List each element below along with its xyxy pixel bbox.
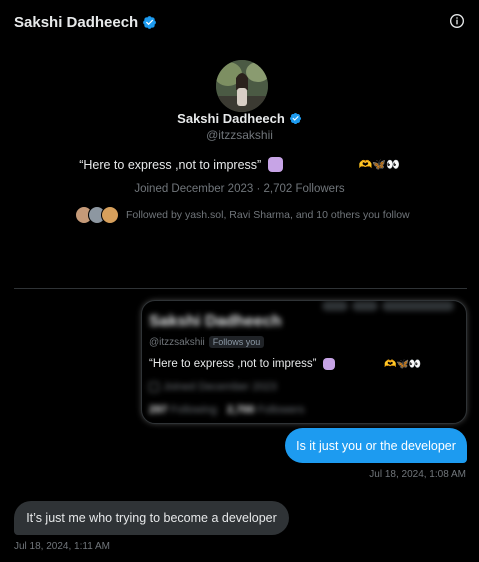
card-action-buttons: [322, 301, 454, 311]
card-handle-row: @itzzsakshii Follows you: [149, 336, 265, 348]
card-bio-text: “Here to express ,not to impress”: [149, 358, 317, 370]
woman-emoji-icon: [267, 157, 283, 172]
dm-conversation-screen: Sakshi Dadheech Sakshi Dadheech @itzzsak…: [0, 0, 479, 562]
calendar-icon: [149, 382, 159, 392]
verified-badge-icon: [143, 16, 157, 29]
card-joined-text: Joined December 2023: [163, 381, 277, 393]
woman-emoji-icon: [322, 358, 335, 370]
profile-bio: “Here to express ,not to impress” 🫶🦋👀: [0, 157, 479, 172]
avatar-photo: [216, 60, 268, 112]
following-count: 297: [149, 404, 168, 416]
followed-by-row[interactable]: Followed by yash.sol, Ravi Sharma, and 1…: [75, 206, 410, 224]
profile-avatar[interactable]: [216, 60, 268, 112]
info-icon[interactable]: [449, 13, 465, 29]
card-button: [382, 301, 454, 311]
profile-name-row: Sakshi Dadheech: [0, 111, 479, 126]
follows-you-badge: Follows you: [208, 336, 265, 348]
followers-label: Followers: [257, 404, 305, 416]
shared-profile-card[interactable]: Sakshi Dadheech @itzzsakshii Follows you…: [141, 300, 467, 424]
profile-joined-followers: Joined December 2023 · 2,702 Followers: [134, 183, 345, 195]
verified-badge-icon: [289, 112, 301, 125]
card-button: [352, 301, 378, 311]
message-bubble-received[interactable]: It’s just me who trying to become a deve…: [14, 501, 289, 535]
card-followers: 2,700 Followers: [227, 404, 305, 416]
bio-text: “Here to express ,not to impress”: [79, 158, 262, 172]
card-button: [322, 301, 348, 311]
message-timestamp: Jul 18, 2024, 1:11 AM: [14, 541, 110, 552]
card-following: 297 Following: [149, 404, 217, 416]
following-label: Following: [170, 404, 217, 416]
card-joined: Joined December 2023: [149, 381, 277, 393]
profile-name[interactable]: Sakshi Dadheech: [177, 111, 285, 126]
followed-by-avatars: [75, 206, 119, 224]
avatar: [101, 206, 119, 224]
conversation-header: Sakshi Dadheech: [14, 14, 157, 31]
message-text: Is it just you or the developer: [296, 438, 456, 453]
bio-emoji-trail: 🫶🦋👀: [358, 159, 400, 171]
profile-handle: @itzzsakshii: [206, 128, 273, 142]
header-title[interactable]: Sakshi Dadheech: [14, 14, 138, 31]
divider: [14, 288, 467, 289]
card-bio: “Here to express ,not to impress”: [149, 358, 335, 370]
followers-count: 2,700: [226, 404, 255, 416]
card-bio-emoji-trail: 🫶🦋👀: [384, 359, 422, 370]
card-handle: @itzzsakshii: [149, 336, 205, 348]
message-text: It’s just me who trying to become a deve…: [26, 511, 277, 525]
message-timestamp: Jul 18, 2024, 1:08 AM: [369, 469, 466, 480]
card-name: Sakshi Dadheech: [149, 313, 282, 330]
message-bubble-sent[interactable]: Is it just you or the developer: [285, 428, 467, 463]
followed-by-text: Followed by yash.sol, Ravi Sharma, and 1…: [126, 209, 410, 221]
card-stats: 297 Following 2,700 Followers: [149, 404, 305, 416]
